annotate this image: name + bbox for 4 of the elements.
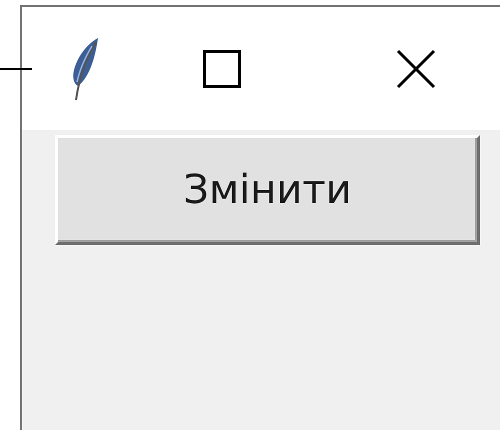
minimize-icon[interactable] <box>0 67 32 71</box>
close-icon[interactable] <box>396 48 436 88</box>
change-button[interactable]: Змінити <box>55 135 480 245</box>
maximize-icon[interactable] <box>203 50 241 88</box>
